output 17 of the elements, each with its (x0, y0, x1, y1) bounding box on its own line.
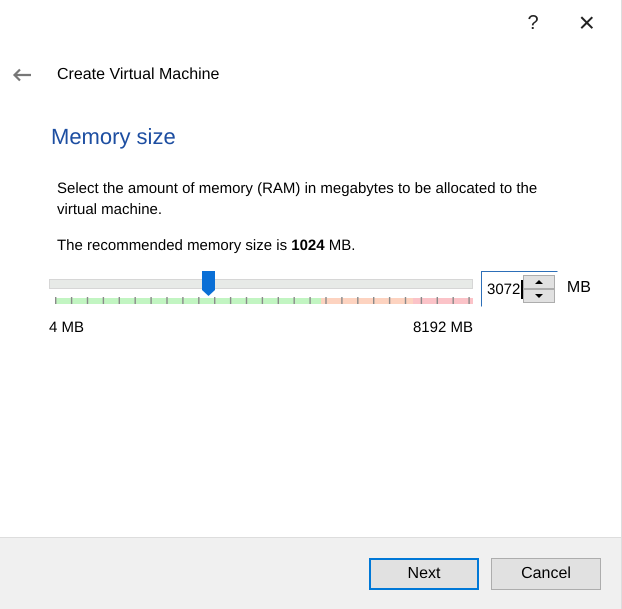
page-heading: Memory size (51, 124, 177, 150)
max-label: 8192 MB (412, 319, 473, 336)
spin-down-icon[interactable] (522, 289, 555, 303)
recommendation-text: The recommended memory size is 1024 MB. (57, 237, 356, 254)
dialog-button[interactable]: Cancel (491, 558, 601, 590)
spin-up-icon[interactable] (522, 275, 555, 289)
dialog-button[interactable]: Next (369, 558, 479, 590)
memory-field[interactable]: 3072 (481, 271, 558, 307)
help-button[interactable]: ? (528, 12, 539, 34)
description-text: Select the amount of memory (RAM) in megabytes to be allocated to the virtual machine. (57, 179, 538, 220)
wizard-title: Create Virtual Machine (57, 66, 220, 84)
slider-thumb[interactable] (202, 271, 215, 297)
back-arrow-icon[interactable] (12, 68, 32, 82)
close-button[interactable]: × (578, 7, 595, 39)
memory-slider[interactable] (49, 271, 473, 297)
min-label: 4 MB (49, 319, 84, 336)
unit-label: MB (566, 279, 591, 297)
